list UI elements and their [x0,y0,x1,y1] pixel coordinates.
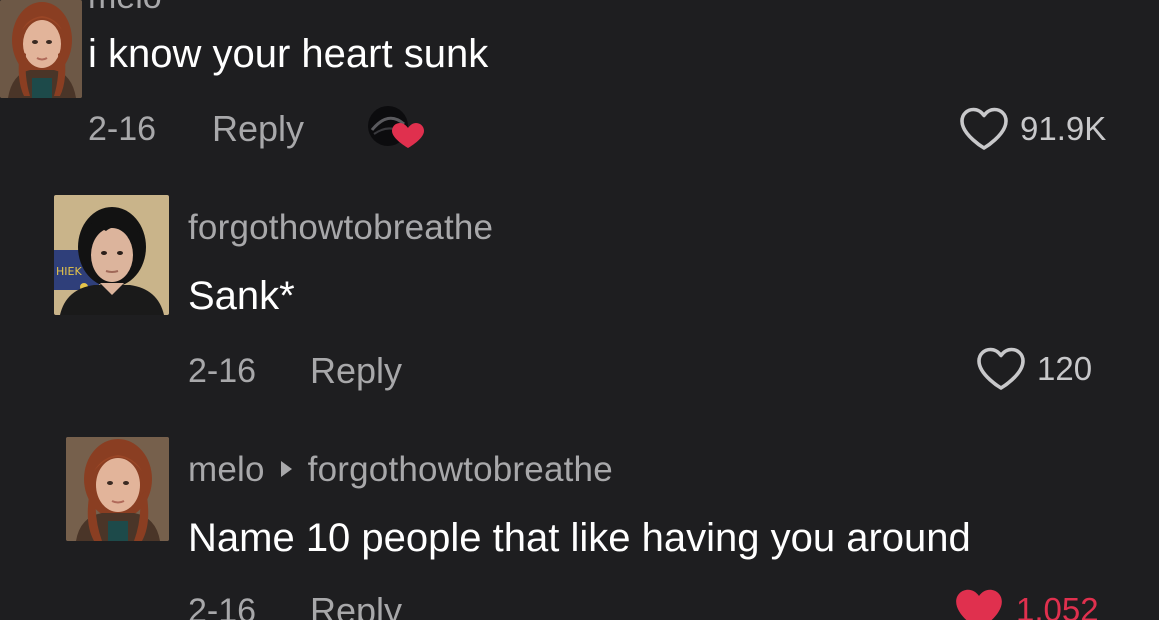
reply-arrow-icon [280,460,292,477]
avatar-melo[interactable] [66,437,169,541]
avatar-melo[interactable] [0,0,82,98]
like-button[interactable]: 1,052 [952,586,1099,620]
avatar-image [0,0,82,98]
comment-username[interactable]: forgothowtobreathe [188,208,493,248]
username-cutoff[interactable]: melo [88,0,162,17]
like-count: 91.9K [1020,110,1107,147]
avatar-image: HIEK [54,195,169,315]
comment-thread: melo i know your heart sunk 2-16 Reply 9… [0,0,1159,620]
reply-button[interactable]: Reply [310,350,402,392]
avatar-image [66,437,169,541]
comment-date: 2-16 [188,352,257,390]
svg-text:HIEK: HIEK [56,265,82,278]
heart-filled-icon [956,589,1002,620]
reply-button[interactable]: Reply [212,108,304,150]
reply-header: melo forgothowtobreathe [188,450,613,490]
reply-button[interactable]: Reply [310,590,402,620]
comment-date: 2-16 [88,110,157,148]
heart-outline-icon [960,107,1008,150]
like-count: 120 [1037,350,1093,387]
like-button[interactable]: 120 [975,346,1092,392]
creator-avatar-heart-icon [368,106,424,148]
comment-text: Sank* [188,274,295,318]
avatar-forgothowtobreathe[interactable]: HIEK [54,195,169,315]
like-button[interactable]: 91.9K [958,106,1106,152]
comment-date: 2-16 [188,592,257,620]
comment-text: i know your heart sunk [88,32,489,76]
comment-username[interactable]: melo [188,450,265,489]
replied-to-username[interactable]: forgothowtobreathe [308,450,613,489]
comment-text: Name 10 people that like having you arou… [188,516,971,560]
heart-outline-icon [977,347,1025,390]
creator-liked-badge [364,102,426,148]
like-count: 1,052 [1016,591,1099,620]
